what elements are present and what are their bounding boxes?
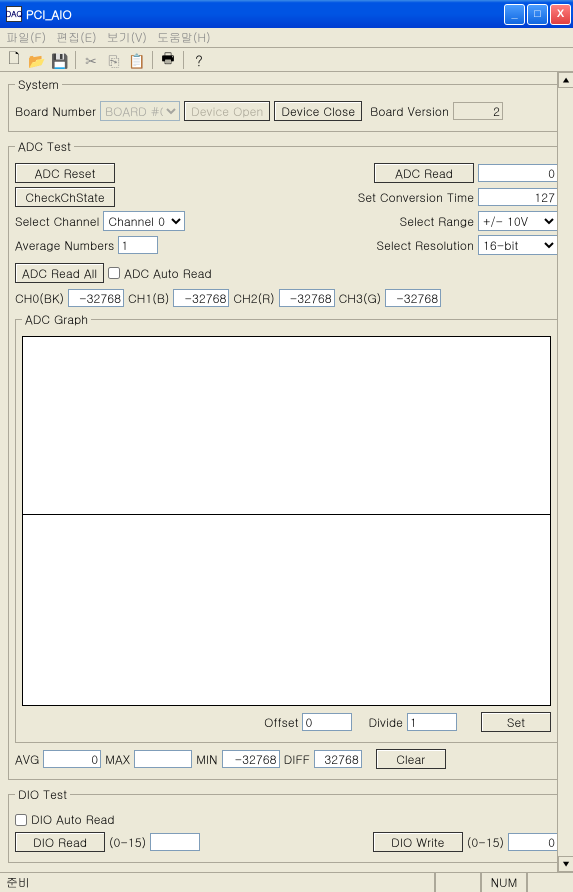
board-version-label: Board Version	[370, 103, 449, 120]
adc-read-all-button[interactable]: ADC Read All	[15, 263, 104, 283]
window-title: PCI_AIO	[26, 6, 504, 23]
dio-read-button[interactable]: DIO Read	[15, 832, 105, 852]
scroll-down-icon[interactable]: ▼	[558, 856, 573, 872]
status-num: NUM	[481, 873, 527, 892]
save-icon[interactable]: 💾	[50, 50, 70, 70]
app-icon: DAQ	[6, 6, 22, 22]
ch1-label: CH1(B)	[128, 290, 169, 307]
status-ready: 준비	[0, 873, 435, 892]
system-legend: System	[15, 76, 62, 93]
scroll-up-icon[interactable]: ▲	[558, 72, 573, 88]
titlebar: DAQ PCI_AIO _ □ X	[0, 0, 573, 28]
dio-write-field[interactable]	[508, 833, 558, 851]
board-version-field	[453, 102, 503, 120]
paste-icon[interactable]: 📋	[127, 50, 147, 70]
dio-test-legend: DIO Test	[15, 786, 70, 803]
offset-field[interactable]	[302, 713, 352, 731]
open-icon[interactable]: 📂	[27, 50, 47, 70]
adc-auto-read-checkbox[interactable]	[108, 267, 120, 279]
vertical-scrollbar[interactable]: ▲ ▼	[557, 72, 573, 872]
new-icon[interactable]: 🗋	[4, 50, 24, 70]
separator-icon	[75, 51, 76, 69]
max-field[interactable]	[134, 750, 192, 768]
ch3-label: CH3(G)	[339, 290, 382, 307]
select-channel-select[interactable]: Channel 0	[103, 211, 185, 231]
offset-label: Offset	[264, 714, 298, 731]
select-resolution-label: Select Resolution	[377, 237, 475, 254]
ch1-field[interactable]	[173, 289, 229, 307]
clear-button[interactable]: Clear	[376, 749, 446, 769]
max-label: MAX	[105, 751, 130, 768]
device-open-button: Device Open	[184, 101, 270, 121]
diff-label: DIFF	[284, 751, 310, 768]
ch0-label: CH0(BK)	[15, 290, 64, 307]
min-field[interactable]	[222, 750, 280, 768]
ch0-field[interactable]	[68, 289, 124, 307]
adc-read-button[interactable]: ADC Read	[374, 163, 474, 183]
adc-read-value-field[interactable]	[478, 164, 558, 182]
status-blank1	[435, 873, 481, 892]
diff-field[interactable]	[314, 750, 362, 768]
set-conversion-time-field[interactable]	[478, 188, 558, 206]
set-conversion-time-label: Set Conversion Time	[358, 189, 474, 206]
avg-field[interactable]	[43, 750, 101, 768]
toolbar: 🗋 📂 💾 ✂ ⎘ 📋 🖶 ？	[0, 48, 573, 72]
adc-reset-button[interactable]: ADC Reset	[15, 163, 115, 183]
select-resolution-select[interactable]: 16-bit	[478, 235, 558, 255]
dio-test-group: DIO Test DIO Auto Read DIO Read (0-15) D…	[8, 786, 565, 863]
print-icon[interactable]: 🖶	[158, 50, 178, 70]
status-blank2	[527, 873, 573, 892]
check-ch-state-button[interactable]: CheckChState	[15, 187, 115, 207]
board-number-select: BOARD #0	[100, 101, 180, 121]
cut-icon[interactable]: ✂	[81, 50, 101, 70]
ch3-field[interactable]	[385, 289, 441, 307]
menu-edit[interactable]: 편집(E)	[56, 29, 97, 46]
adc-graph-canvas	[22, 336, 551, 706]
adc-test-legend: ADC Test	[15, 138, 74, 155]
divide-field[interactable]	[407, 713, 457, 731]
select-range-select[interactable]: +/- 10V	[478, 211, 558, 231]
content-area: System Board Number BOARD #0 Device Open…	[0, 72, 573, 872]
menubar: 파일(F) 편집(E) 보기(V) 도움말(H)	[0, 28, 573, 48]
dio-read-range-label: (0-15)	[109, 834, 146, 851]
min-label: MIN	[196, 751, 217, 768]
ch2-field[interactable]	[279, 289, 335, 307]
adc-test-group: ADC Test ADC Reset ADC Read CheckChState…	[8, 138, 565, 780]
avg-label: AVG	[15, 751, 39, 768]
select-range-label: Select Range	[400, 213, 474, 230]
set-button[interactable]: Set	[481, 712, 551, 732]
dio-write-range-label: (0-15)	[467, 834, 504, 851]
copy-icon[interactable]: ⎘	[104, 50, 124, 70]
graph-midline	[23, 514, 550, 515]
close-button[interactable]: X	[550, 4, 571, 25]
adc-graph-group: ADC Graph Offset Divide Set	[15, 311, 558, 743]
average-numbers-field[interactable]	[118, 236, 158, 254]
dio-auto-read-label: DIO Auto Read	[31, 811, 115, 828]
menu-file[interactable]: 파일(F)	[6, 29, 46, 46]
board-number-label: Board Number	[15, 103, 96, 120]
separator-icon	[183, 51, 184, 69]
select-channel-label: Select Channel	[15, 213, 99, 230]
divide-label: Divide	[368, 714, 403, 731]
dio-write-button[interactable]: DIO Write	[373, 832, 463, 852]
system-group: System Board Number BOARD #0 Device Open…	[8, 76, 565, 132]
minimize-button[interactable]: _	[504, 4, 525, 25]
menu-view[interactable]: 보기(V)	[107, 29, 147, 46]
adc-auto-read-label: ADC Auto Read	[124, 265, 211, 282]
device-close-button[interactable]: Device Close	[274, 101, 362, 121]
menu-help[interactable]: 도움말(H)	[157, 29, 211, 46]
maximize-button[interactable]: □	[527, 4, 548, 25]
help-icon[interactable]: ？	[189, 50, 209, 70]
dio-auto-read-checkbox[interactable]	[15, 814, 27, 826]
statusbar: 준비 NUM	[0, 872, 573, 892]
dio-read-field[interactable]	[150, 833, 200, 851]
adc-graph-legend: ADC Graph	[22, 311, 91, 328]
separator-icon	[152, 51, 153, 69]
average-numbers-label: Average Numbers	[15, 237, 114, 254]
ch2-label: CH2(R)	[233, 290, 274, 307]
